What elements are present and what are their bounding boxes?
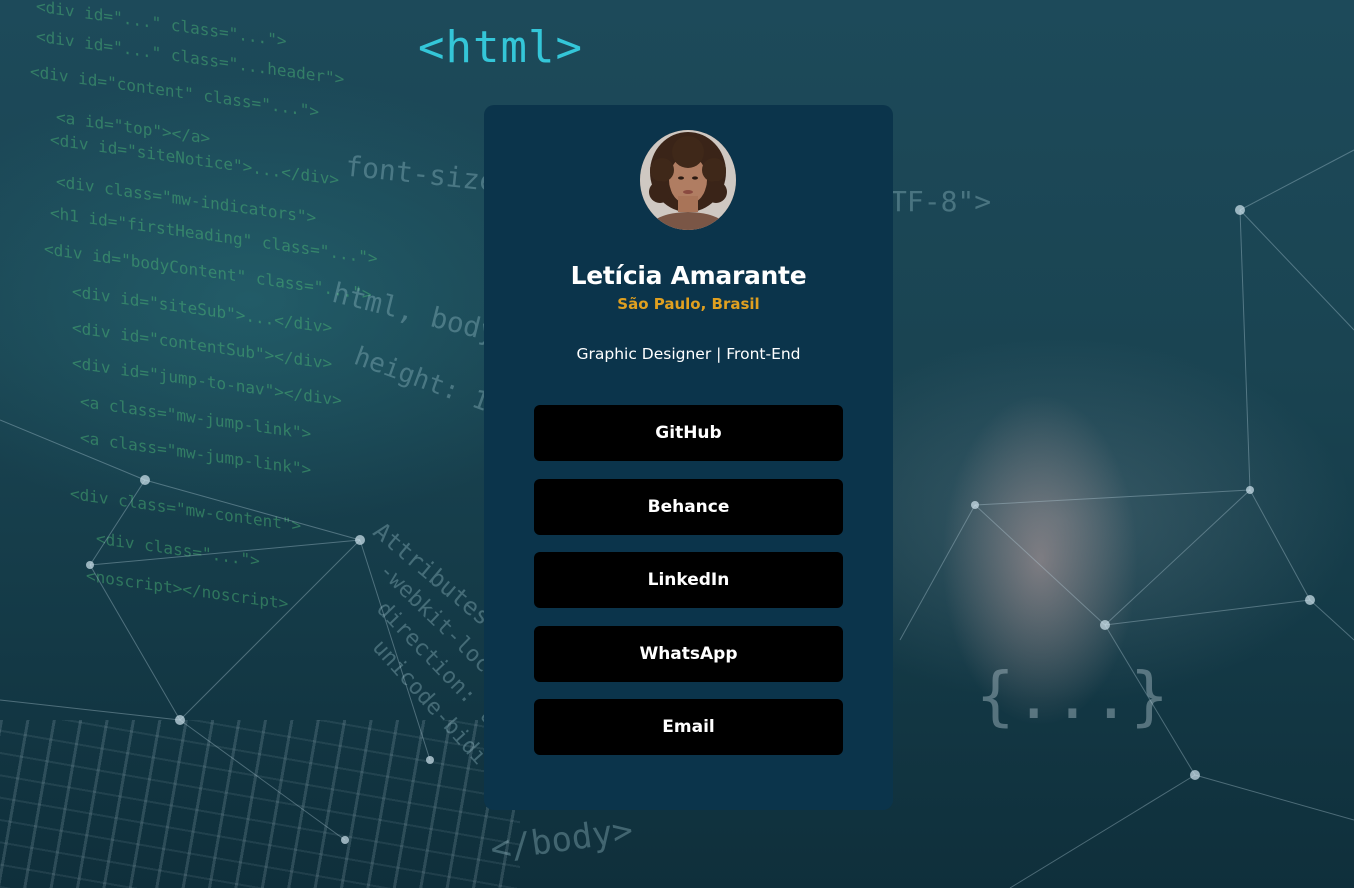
email-button[interactable]: Email <box>534 699 843 755</box>
behance-button[interactable]: Behance <box>534 478 843 535</box>
profile-role: Graphic Designer | Front-End <box>576 345 801 363</box>
links-list: GitHub Behance LinkedIn WhatsApp Email <box>534 405 843 773</box>
profile-name: Letícia Amarante <box>570 261 807 290</box>
avatar <box>640 130 736 230</box>
profile-card: Letícia Amarante São Paulo, Brasil Graph… <box>484 105 893 810</box>
whatsapp-button[interactable]: WhatsApp <box>534 625 843 682</box>
github-button[interactable]: GitHub <box>534 405 843 461</box>
linkedin-button[interactable]: LinkedIn <box>534 552 843 608</box>
profile-photo-icon <box>640 130 736 230</box>
profile-location: São Paulo, Brasil <box>617 295 760 313</box>
